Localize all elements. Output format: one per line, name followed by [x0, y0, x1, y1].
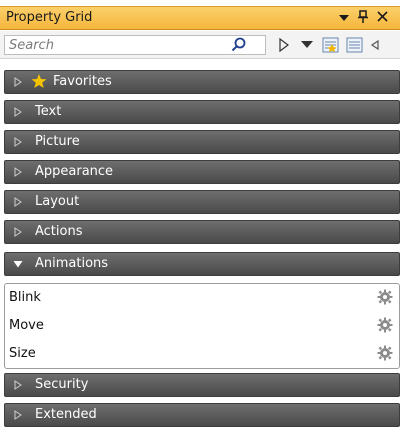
category-favorites[interactable]: Favorites	[4, 70, 400, 94]
category-label: Text	[35, 104, 62, 119]
expand-arrow-icon	[14, 380, 22, 390]
category-security[interactable]: Security	[4, 373, 400, 397]
property-blink[interactable]: Blink	[9, 290, 41, 305]
category-label: Favorites	[53, 74, 112, 89]
expand-icon[interactable]	[275, 37, 293, 53]
category-label: Actions	[35, 224, 83, 239]
category-label: Extended	[35, 407, 97, 422]
category-appearance[interactable]: Appearance	[4, 160, 400, 184]
category-label: Appearance	[35, 164, 114, 179]
category-extended[interactable]: Extended	[4, 403, 400, 427]
category-layout[interactable]: Layout	[4, 190, 400, 214]
property-size[interactable]: Size	[9, 346, 36, 361]
expand-arrow-icon	[14, 167, 22, 177]
overflow-icon[interactable]	[368, 37, 392, 53]
search-box	[4, 35, 266, 55]
category-label: Animations	[35, 256, 109, 271]
category-label: Security	[35, 377, 89, 392]
category-label: Layout	[35, 194, 80, 209]
category-picture[interactable]: Picture	[4, 130, 400, 154]
collapse-arrow-icon	[13, 261, 23, 268]
categorized-icon[interactable]	[322, 37, 340, 53]
search-input[interactable]	[5, 36, 229, 54]
gear-icon[interactable]	[377, 345, 393, 361]
gear-icon[interactable]	[377, 317, 393, 333]
category-text[interactable]: Text	[4, 100, 400, 124]
dropdown-icon[interactable]	[298, 37, 316, 53]
category-label: Picture	[35, 134, 80, 149]
dropdown-menu-icon[interactable]	[338, 10, 350, 27]
close-icon[interactable]	[376, 10, 390, 27]
expand-arrow-icon	[14, 137, 22, 147]
expand-arrow-icon	[14, 107, 22, 117]
expand-arrow-icon	[14, 197, 22, 207]
animations-group: Blink Move Size	[4, 283, 400, 369]
category-animations[interactable]: Animations	[4, 252, 400, 276]
list-icon[interactable]	[346, 37, 364, 53]
expand-arrow-icon	[14, 77, 22, 87]
gear-icon[interactable]	[377, 289, 393, 305]
title-bar: Property Grid	[0, 6, 400, 30]
window-title: Property Grid	[6, 10, 93, 25]
category-actions[interactable]: Actions	[4, 220, 400, 244]
toolbar	[0, 31, 400, 59]
pin-icon[interactable]	[357, 10, 369, 27]
star-icon	[31, 74, 47, 88]
property-move[interactable]: Move	[9, 318, 44, 333]
expand-arrow-icon	[14, 227, 22, 237]
search-icon[interactable]	[229, 36, 249, 54]
property-grid-panel: Property Grid Search Favorites Text Pict…	[0, 0, 400, 427]
expand-arrow-icon	[14, 410, 22, 420]
